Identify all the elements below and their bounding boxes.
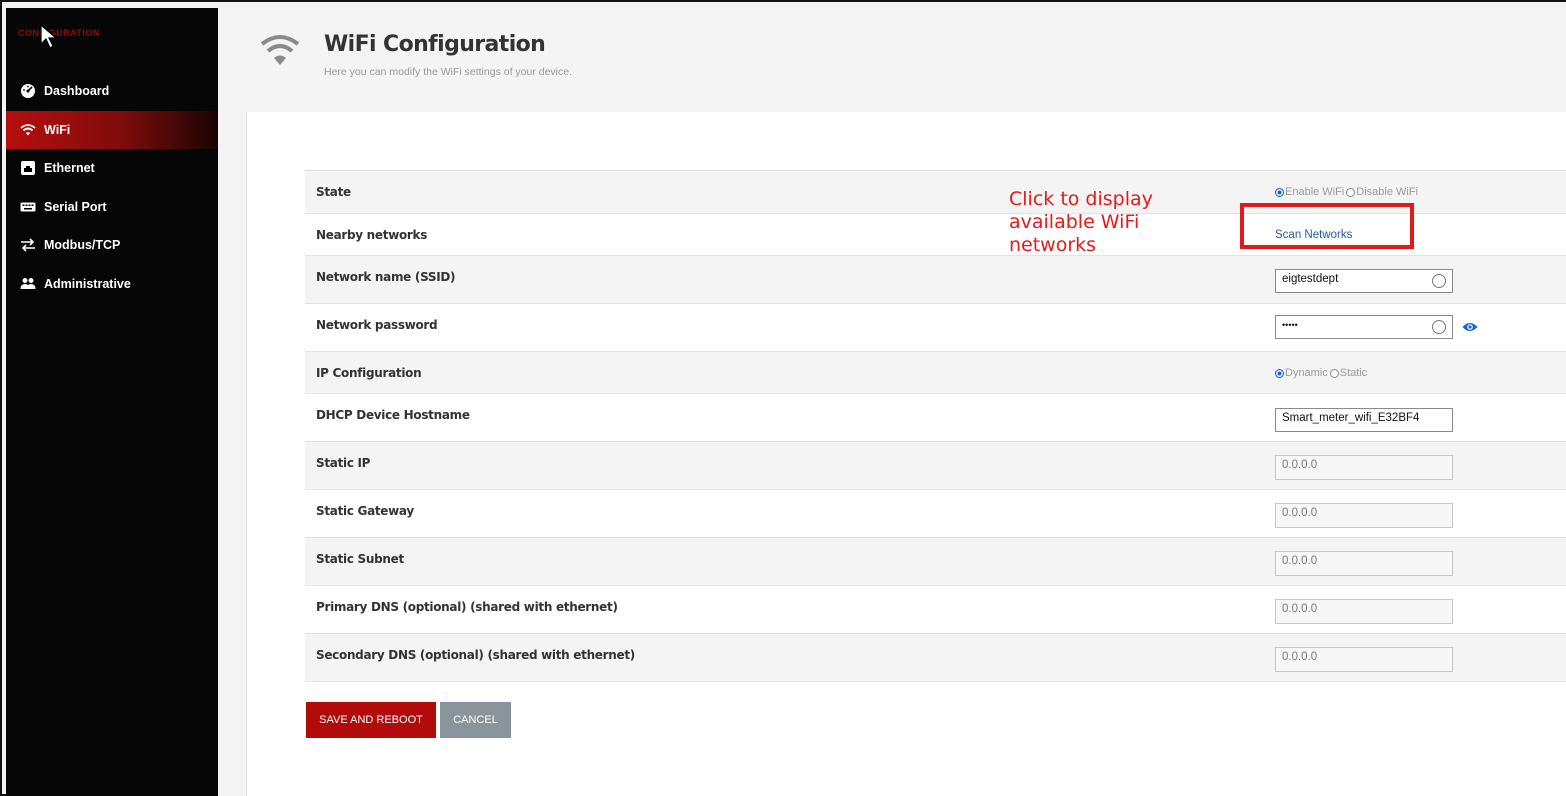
save-and-reboot-button[interactable]: SAVE AND REBOOT [306, 702, 436, 738]
exchange-arrows-icon [20, 237, 36, 253]
sidebar-item-label: Modbus/TCP [44, 238, 121, 253]
wifi-icon [260, 35, 300, 65]
sidebar-item-serial-port[interactable]: Serial Port [6, 188, 218, 227]
static-gateway-value: 0.0.0.0 [1282, 507, 1318, 519]
static-ip-value: 0.0.0.0 [1282, 459, 1318, 471]
sidebar-item-label: Ethernet [44, 161, 95, 176]
dynamic-ip-radio[interactable] [1275, 368, 1284, 378]
dashboard-gauge-icon [20, 83, 36, 99]
main-content: WiFi Configuration Here you can modify t… [218, 8, 1566, 796]
radio-label: Dynamic [1285, 367, 1328, 379]
annotation-callout: Click to display available WiFi networks [1009, 188, 1153, 257]
annotation-line: networks [1009, 234, 1097, 256]
sidebar-item-dashboard[interactable]: Dashboard [6, 72, 218, 111]
sidebar-item-label: Serial Port [44, 199, 107, 214]
radio-label: Disable WiFi [1356, 186, 1419, 198]
row-label: Static Gateway [316, 504, 414, 518]
password-input[interactable]: ••••• [1275, 315, 1478, 339]
secondary-dns-input: 0.0.0.0 [1275, 647, 1453, 672]
table-row-ssid: Network name (SSID) eigtestdept [305, 256, 1566, 304]
wifi-icon [20, 122, 36, 138]
page-title: WiFi Configuration [324, 32, 546, 57]
row-label: Nearby networks [316, 228, 428, 242]
autofill-icon[interactable] [1432, 274, 1446, 288]
table-row-secondary-dns: Secondary DNS (optional) (shared with et… [305, 634, 1566, 682]
static-subnet-value: 0.0.0.0 [1282, 555, 1318, 567]
ip-config-radio-group: Dynamic Static [1275, 367, 1367, 379]
sidebar-brand: CONFIGURATION [18, 28, 100, 38]
table-row-ip-configuration: IP Configuration Dynamic Static [305, 352, 1566, 394]
secondary-dns-value: 0.0.0.0 [1282, 651, 1318, 663]
autofill-icon[interactable] [1432, 320, 1446, 334]
hostname-value: Smart_meter_wifi_E32BF4 [1282, 412, 1420, 424]
row-label: IP Configuration [316, 366, 422, 380]
row-label: Static IP [316, 456, 371, 470]
table-row-hostname: DHCP Device Hostname Smart_meter_wifi_E3… [305, 394, 1566, 442]
radio-label: Enable WiFi [1285, 186, 1345, 198]
sidebar-item-ethernet[interactable]: Ethernet [6, 149, 218, 188]
row-label: DHCP Device Hostname [316, 408, 470, 422]
table-row-static-subnet: Static Subnet 0.0.0.0 [305, 538, 1566, 586]
ethernet-port-icon [20, 160, 36, 176]
hostname-input[interactable]: Smart_meter_wifi_E32BF4 [1275, 408, 1453, 432]
static-subnet-input: 0.0.0.0 [1275, 551, 1453, 576]
sidebar-item-modbus-tcp[interactable]: Modbus/TCP [6, 226, 218, 265]
table-row-primary-dns: Primary DNS (optional) (shared with ethe… [305, 586, 1566, 634]
table-row-static-gateway: Static Gateway 0.0.0.0 [305, 490, 1566, 538]
sidebar-item-label: Dashboard [44, 84, 110, 99]
page-header: WiFi Configuration Here you can modify t… [218, 8, 1566, 112]
sidebar-item-wifi[interactable]: WiFi [6, 110, 218, 149]
static-ip-radio[interactable] [1329, 368, 1339, 378]
sidebar-item-label: WiFi [44, 122, 71, 137]
radio-label: Static [1339, 367, 1368, 379]
row-label: Static Subnet [316, 552, 404, 566]
primary-dns-input: 0.0.0.0 [1275, 599, 1453, 624]
annotation-line: available WiFi [1009, 211, 1140, 233]
annotation-highlight-box [1240, 203, 1414, 249]
row-label: Network name (SSID) [316, 270, 456, 284]
page-subtitle: Here you can modify the WiFi settings of… [324, 66, 573, 78]
disable-wifi-radio[interactable] [1346, 187, 1356, 197]
wifi-state-radio-group: Enable WiFi Disable WiFi [1275, 186, 1418, 198]
mouse-cursor-icon [40, 24, 58, 49]
show-password-eye-icon[interactable] [1462, 321, 1478, 333]
table-row-password: Network password ••••• [305, 304, 1566, 352]
sidebar-item-label: Administrative [44, 276, 131, 291]
ssid-input[interactable]: eigtestdept [1275, 269, 1453, 293]
primary-dns-value: 0.0.0.0 [1282, 603, 1318, 615]
cancel-button[interactable]: CANCEL [440, 702, 511, 738]
sidebar-nav: Dashboard WiFi Ethernet Serial Port Modb… [6, 72, 218, 303]
static-ip-input: 0.0.0.0 [1275, 455, 1453, 480]
row-label: Network password [316, 318, 438, 332]
keyboard-icon [20, 199, 36, 215]
enable-wifi-radio[interactable] [1275, 187, 1284, 197]
ssid-value: eigtestdept [1282, 273, 1339, 285]
row-label: State [316, 185, 351, 199]
table-row-static-ip: Static IP 0.0.0.0 [305, 442, 1566, 490]
static-gateway-input: 0.0.0.0 [1275, 503, 1453, 528]
annotation-line: Click to display [1009, 188, 1153, 210]
row-label: Primary DNS (optional) (shared with ethe… [316, 600, 618, 614]
password-value: ••••• [1282, 320, 1298, 330]
sidebar: CONFIGURATION Dashboard WiFi Ethernet Se… [6, 8, 218, 796]
sidebar-item-administrative[interactable]: Administrative [6, 265, 218, 304]
row-label: Secondary DNS (optional) (shared with et… [316, 648, 635, 662]
users-icon [20, 276, 36, 292]
